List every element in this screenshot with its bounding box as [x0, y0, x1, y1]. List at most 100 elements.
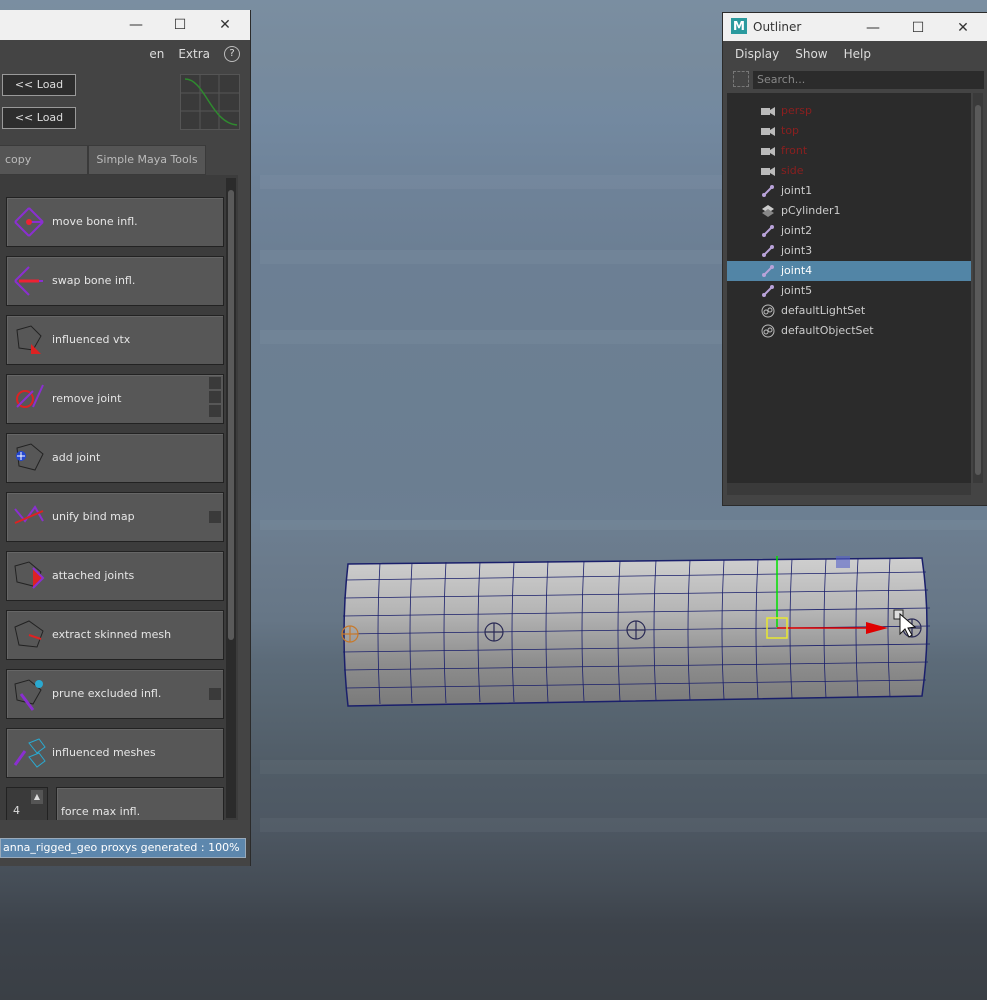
outliner-item-joint4[interactable]: joint4 [727, 261, 971, 281]
outliner-item-front[interactable]: front [727, 141, 971, 161]
outliner-item-label: top [781, 124, 800, 137]
outliner-item-label: pCylinder1 [781, 204, 841, 217]
maximize-icon[interactable]: ☐ [168, 16, 192, 34]
mesh-icon [761, 204, 775, 218]
menu-display[interactable]: Display [735, 47, 779, 61]
outliner-item-defaultlightset[interactable]: defaultLightSet [727, 301, 971, 321]
minimize-icon[interactable]: — [861, 19, 885, 37]
attached-joints-icon [11, 558, 47, 594]
option-checkbox[interactable] [209, 405, 221, 417]
function-button-move-bone-infl[interactable]: move bone infl. [6, 197, 224, 247]
function-button-add-joint[interactable]: add joint [6, 433, 224, 483]
outliner-item-joint5[interactable]: joint5 [727, 281, 971, 301]
close-icon[interactable]: ✕ [951, 19, 975, 37]
outliner-tree: persp top front side joint1 pCylinder1 joint2 j… [727, 93, 971, 483]
outliner-item-joint1[interactable]: joint1 [727, 181, 971, 201]
menu-show[interactable]: Show [795, 47, 827, 61]
set-icon [761, 324, 775, 338]
outliner-item-persp[interactable]: persp [727, 101, 971, 121]
function-button-label: add joint [52, 451, 101, 464]
swap-bone-icon [11, 263, 47, 299]
falloff-curve-preview[interactable] [180, 74, 240, 130]
viewport-band [260, 760, 987, 774]
function-button-label: unify bind map [52, 510, 135, 523]
function-button-attached-joints[interactable]: attached joints [6, 551, 224, 601]
outliner-item-label: joint1 [781, 184, 813, 197]
outliner-item-label: joint3 [781, 244, 813, 257]
outliner-item-label: defaultObjectSet [781, 324, 874, 337]
option-checkbox[interactable] [209, 377, 221, 389]
outliner-item-top[interactable]: top [727, 121, 971, 141]
function-button-extract-skinned-mesh[interactable]: extract skinned mesh [6, 610, 224, 660]
function-button-remove-joint[interactable]: remove joint [6, 374, 224, 424]
option-checkbox[interactable] [209, 511, 221, 523]
max-infl-spinner[interactable]: 4 ▲ [6, 787, 48, 820]
outliner-item-defaultobjectset[interactable]: defaultObjectSet [727, 321, 971, 341]
function-button-label: remove joint [52, 392, 122, 405]
joint-icon [761, 184, 775, 198]
move-bone-icon [11, 204, 47, 240]
tab-copy-functions[interactable]: copy functions [0, 145, 88, 194]
scrollbar-thumb[interactable] [228, 190, 234, 640]
camera-icon [761, 144, 775, 158]
joint-icon [761, 264, 775, 278]
menu-help[interactable]: Help [844, 47, 871, 61]
extract-mesh-icon [11, 617, 47, 653]
viewport-band [260, 520, 987, 530]
outliner-menubar: Display Show Help [723, 41, 987, 67]
close-icon[interactable]: ✕ [213, 16, 237, 34]
menu-language[interactable]: en [149, 47, 164, 61]
tool-menubar: en Extra ? [0, 40, 250, 67]
outliner-item-label: defaultLightSet [781, 304, 866, 317]
tab-simple-maya-tools[interactable]: Simple Maya Tools [88, 145, 206, 175]
prune-icon [11, 676, 47, 712]
force-max-infl-label: force max infl. [61, 805, 141, 818]
outliner-scrollbar-thumb[interactable] [975, 105, 981, 475]
function-list: move bone infl. swap bone infl. influenced… [0, 175, 238, 820]
remove-joint-icon [11, 381, 47, 417]
function-button-swap-bone-infl[interactable]: swap bone infl. [6, 256, 224, 306]
function-button-influenced-vtx[interactable]: influenced vtx [6, 315, 224, 365]
function-button-influenced-meshes[interactable]: influenced meshes [6, 728, 224, 778]
outliner-item-joint2[interactable]: joint2 [727, 221, 971, 241]
skin-tools-window: — ☐ ✕ en Extra ? << Load << Load copy fu… [0, 10, 251, 866]
root-joint-marker [341, 625, 359, 643]
outliner-hscrollbar[interactable] [727, 483, 971, 495]
outliner-item-pcylinder1[interactable]: pCylinder1 [727, 201, 971, 221]
force-max-infl-button[interactable]: force max infl. [56, 787, 224, 820]
option-checkbox[interactable] [209, 688, 221, 700]
outliner-title: Outliner [753, 20, 802, 34]
filter-icon[interactable] [733, 71, 749, 87]
camera-icon [761, 104, 775, 118]
function-button-label: attached joints [52, 569, 135, 582]
function-button-prune-excluded-infl[interactable]: prune excluded infl. [6, 669, 224, 719]
function-button-label: extract skinned mesh [52, 628, 172, 641]
outliner-item-label: joint2 [781, 224, 813, 237]
set-icon [761, 304, 775, 318]
search-input[interactable]: Search... [753, 71, 984, 89]
help-icon[interactable]: ? [224, 45, 240, 62]
option-checkbox[interactable] [209, 391, 221, 403]
joint-icon [761, 224, 775, 238]
increment-icon[interactable]: ▲ [31, 790, 43, 804]
menu-extra[interactable]: Extra [178, 47, 210, 61]
cylinder-mesh[interactable] [340, 556, 940, 716]
camera-icon [761, 124, 775, 138]
viewport-band [260, 818, 987, 832]
status-bar: anna_rigged_geo proxys generated : 100% [0, 838, 246, 858]
unify-bind-icon [11, 499, 47, 535]
load-button-2[interactable]: << Load [2, 107, 76, 129]
function-button-label: move bone infl. [52, 215, 138, 228]
influenced-vtx-icon [11, 322, 47, 358]
outliner-titlebar[interactable]: M Outliner — ☐ ✕ [723, 13, 987, 41]
outliner-item-side[interactable]: side [727, 161, 971, 181]
outliner-item-joint3[interactable]: joint3 [727, 241, 971, 261]
load-button-1[interactable]: << Load [2, 74, 76, 96]
tool-titlebar[interactable]: — ☐ ✕ [0, 10, 250, 40]
maximize-icon[interactable]: ☐ [906, 19, 930, 37]
function-button-unify-bind-map[interactable]: unify bind map [6, 492, 224, 542]
minimize-icon[interactable]: — [124, 16, 148, 34]
manipulator-plane-handle[interactable] [836, 556, 850, 568]
outliner-item-label: joint5 [781, 284, 813, 297]
joint-icon [761, 284, 775, 298]
